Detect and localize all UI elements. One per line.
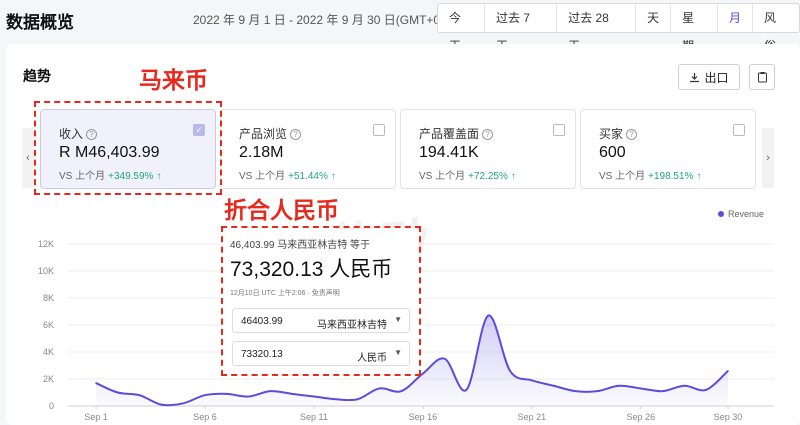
- data-point-sep-5: [182, 402, 184, 405]
- y-tick-label: 12K: [38, 239, 54, 249]
- data-point-sep-3: [138, 394, 141, 397]
- y-tick-label: 6K: [43, 320, 54, 330]
- data-point-sep-22: [552, 384, 555, 387]
- highlight-box-converter: [221, 226, 421, 376]
- data-point-sep-7: [225, 393, 228, 395]
- range-tabs: 今天 过去 7 天 过去 28 天 天 星期 月 风俗: [437, 3, 800, 53]
- x-tick-label: Sep 11: [300, 412, 328, 422]
- tab-month[interactable]: 月: [718, 4, 754, 32]
- data-point-sep-1: [95, 382, 97, 384]
- data-point-sep-10: [291, 393, 293, 395]
- tab-week[interactable]: 星期: [671, 4, 719, 53]
- y-tick-label: 10K: [38, 266, 54, 276]
- data-point-sep-20: [509, 370, 511, 372]
- data-point-sep-15: [400, 390, 402, 392]
- data-point-sep-13: [356, 398, 359, 401]
- x-tick-label: Sep 26: [627, 412, 656, 422]
- data-point-sep-14: [378, 387, 381, 390]
- data-point-sep-26: [640, 387, 642, 390]
- x-tick-label: Sep 30: [714, 412, 743, 422]
- y-tick-label: 8K: [43, 293, 54, 303]
- data-point-sep-8: [247, 395, 250, 398]
- data-point-sep-23: [574, 390, 577, 392]
- trend-card: 趋势 出口 马来币 ‹ 收入? ✓ R M46,403.99 VS 上个月 +34…: [6, 44, 800, 425]
- data-point-sep-24: [596, 390, 599, 392]
- tab-day[interactable]: 天: [636, 4, 672, 32]
- x-tick-label: Sep 6: [193, 412, 217, 422]
- data-point-sep-27: [661, 390, 664, 392]
- x-tick-label: Sep 16: [409, 412, 438, 422]
- top-bar: 数据概览 2022 年 9 月 1 日 - 2022 年 9 月 30 日(GM…: [0, 0, 800, 53]
- data-point-sep-6: [204, 394, 206, 397]
- data-point-sep-12: [334, 398, 337, 401]
- data-point-sep-16: [422, 372, 424, 375]
- x-tick-label: Sep 1: [84, 412, 108, 422]
- tab-last-28-days[interactable]: 过去 28 天: [557, 4, 637, 53]
- data-point-sep-25: [618, 384, 620, 387]
- data-point-sep-19: [487, 314, 490, 317]
- y-tick-label: 4K: [43, 347, 54, 357]
- data-point-sep-18: [465, 389, 468, 391]
- y-tick-label: 0: [49, 401, 54, 411]
- data-point-sep-28: [683, 384, 686, 387]
- data-point-sep-9: [269, 390, 272, 392]
- tab-custom[interactable]: 风俗: [753, 4, 799, 53]
- data-point-sep-11: [313, 395, 315, 398]
- data-point-sep-30: [727, 370, 729, 372]
- data-point-sep-29: [705, 389, 708, 391]
- data-point-sep-21: [531, 379, 533, 382]
- x-tick-label: Sep 21: [518, 412, 547, 422]
- data-point-sep-2: [116, 391, 119, 394]
- tab-last-7-days[interactable]: 过去 7 天: [485, 4, 558, 53]
- date-range[interactable]: 2022 年 9 月 1 日 - 2022 年 9 月 30 日(GMT+08:…: [193, 11, 467, 28]
- page-title: 数据概览: [6, 13, 74, 32]
- tab-today[interactable]: 今天: [438, 4, 485, 53]
- y-tick-label: 2K: [43, 374, 54, 384]
- data-point-sep-4: [160, 403, 163, 406]
- data-point-sep-17: [443, 357, 446, 360]
